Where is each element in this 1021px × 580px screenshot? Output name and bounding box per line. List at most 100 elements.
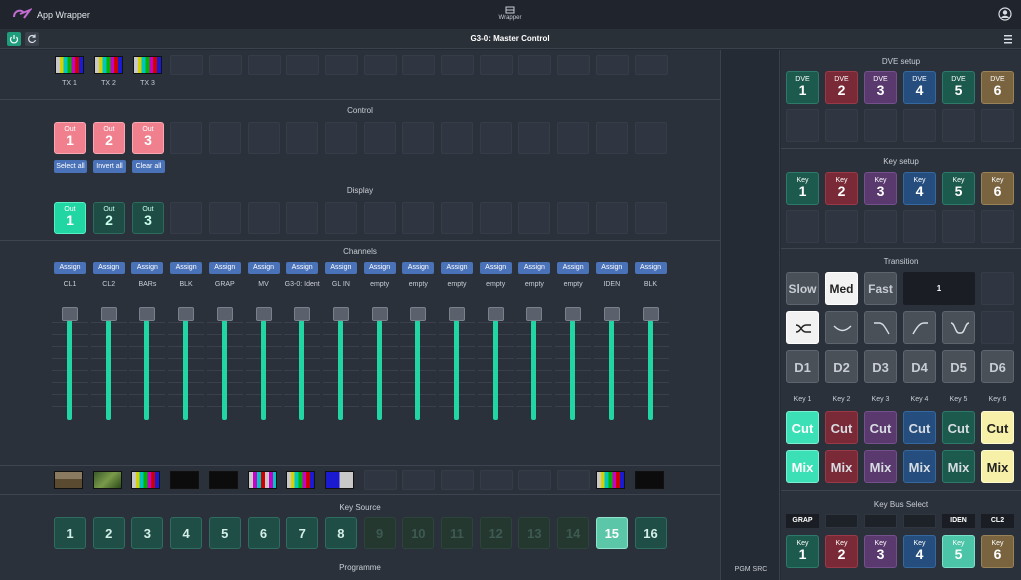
fader-handle[interactable] [642, 307, 659, 321]
bus-source-empty[interactable] [825, 514, 858, 528]
assign-button[interactable]: Assign [363, 262, 396, 274]
fader-handle[interactable] [100, 307, 117, 321]
display-out-1-button[interactable]: Out 1 [54, 202, 86, 234]
control-out-1-button[interactable]: Out 1 [54, 122, 86, 154]
key-bus-button[interactable]: Key 6 [981, 535, 1014, 568]
transition-d-button[interactable]: D4 [903, 350, 936, 383]
bus-source-label[interactable]: CL2 [981, 514, 1014, 528]
dve-button[interactable]: DVE 1 [786, 71, 819, 104]
bus-source-empty[interactable] [864, 514, 897, 528]
assign-button[interactable]: Assign [518, 262, 551, 274]
invert-all-button[interactable]: Invert all [93, 160, 126, 173]
assign-button[interactable]: Assign [208, 262, 241, 274]
key-bus-button[interactable]: Key 5 [942, 535, 975, 568]
transition-rate-display[interactable]: 1 [903, 272, 975, 305]
fader-handle[interactable] [603, 307, 620, 321]
key-mix-button[interactable]: Mix [903, 450, 936, 483]
assign-button[interactable]: Assign [131, 262, 164, 274]
assign-button[interactable]: Assign [557, 262, 590, 274]
curve-dip-button[interactable] [942, 311, 975, 344]
assign-button[interactable]: Assign [441, 262, 473, 274]
key-bus-button[interactable]: Key 3 [864, 535, 897, 568]
key-setup-button[interactable]: Key 3 [864, 172, 897, 205]
channel-thumbnail[interactable] [208, 471, 238, 489]
channel-thumbnail[interactable] [247, 471, 277, 489]
key-bus-button[interactable]: Key 4 [903, 535, 936, 568]
transition-d-button[interactable]: D2 [825, 350, 858, 383]
refresh-button[interactable] [25, 32, 39, 46]
assign-button[interactable]: Assign [54, 262, 86, 274]
key-setup-button[interactable]: Key 1 [786, 172, 819, 205]
assign-button[interactable]: Assign [247, 262, 280, 274]
channel-thumbnail[interactable] [131, 471, 161, 489]
bus-source-label[interactable]: GRAP [786, 514, 819, 528]
key-source-button[interactable]: 7 [286, 517, 319, 549]
assign-button[interactable]: Assign [170, 262, 203, 274]
channel-thumbnail[interactable] [286, 471, 316, 489]
fader-handle[interactable] [410, 307, 427, 321]
key-source-button[interactable]: 4 [170, 517, 203, 549]
key-mix-button[interactable]: Mix [825, 450, 858, 483]
dve-button[interactable]: DVE 2 [825, 71, 858, 104]
transition-d-button[interactable]: D5 [942, 350, 975, 383]
curve-ease-in-button[interactable] [864, 311, 897, 344]
assign-button[interactable]: Assign [324, 262, 357, 274]
control-out-3-button[interactable]: Out 3 [132, 122, 164, 154]
bus-source-empty[interactable] [903, 514, 936, 528]
clear-all-button[interactable]: Clear all [132, 160, 165, 173]
hamburger-menu-icon[interactable] [1003, 33, 1013, 45]
fader-handle[interactable] [526, 307, 543, 321]
key-source-button[interactable]: 6 [247, 517, 280, 549]
key-mix-button[interactable]: Mix [864, 450, 897, 483]
key-source-button[interactable]: 15 [595, 517, 628, 549]
fader-handle[interactable] [62, 307, 78, 321]
key-setup-button[interactable]: Key 2 [825, 172, 858, 205]
fader-handle[interactable] [449, 307, 465, 321]
key-source-button[interactable]: 13 [518, 517, 551, 549]
bus-source-label[interactable]: IDEN [942, 514, 975, 528]
key-source-button[interactable]: 14 [557, 517, 590, 549]
fader-handle[interactable] [332, 307, 349, 321]
assign-button[interactable]: Assign [595, 262, 628, 274]
dve-button[interactable]: DVE 3 [864, 71, 897, 104]
key-source-button[interactable]: 3 [131, 517, 164, 549]
assign-button[interactable]: Assign [402, 262, 435, 274]
transition-d-button[interactable]: D1 [786, 350, 819, 383]
key-cut-button[interactable]: Cut [864, 411, 897, 444]
display-out-2-button[interactable]: Out 2 [93, 202, 125, 234]
assign-button[interactable]: Assign [92, 262, 125, 274]
curve-bump-button[interactable] [825, 311, 858, 344]
curve-crossfade-button[interactable] [786, 311, 819, 344]
transition-d-button[interactable]: D3 [864, 350, 897, 383]
curve-ease-out-button[interactable] [903, 311, 936, 344]
select-all-button[interactable]: Select all [54, 160, 87, 173]
key-mix-button[interactable]: Mix [981, 450, 1014, 483]
assign-button[interactable]: Assign [286, 262, 319, 274]
fader-handle[interactable] [294, 307, 311, 321]
user-account-icon[interactable] [998, 7, 1012, 21]
key-cut-button[interactable]: Cut [942, 411, 975, 444]
display-out-3-button[interactable]: Out 3 [132, 202, 164, 234]
fader-handle[interactable] [565, 307, 582, 321]
key-cut-button[interactable]: Cut [786, 411, 819, 444]
key-source-button[interactable]: 2 [92, 517, 125, 549]
key-source-button[interactable]: 16 [634, 517, 667, 549]
speed-fast-button[interactable]: Fast [864, 272, 897, 305]
speed-slow-button[interactable]: Slow [786, 272, 819, 305]
fader-handle[interactable] [139, 307, 156, 321]
key-source-button[interactable]: 11 [441, 517, 473, 549]
key-source-button[interactable]: 1 [54, 517, 86, 549]
key-source-button[interactable]: 10 [402, 517, 435, 549]
key-setup-button[interactable]: Key 6 [981, 172, 1014, 205]
control-out-2-button[interactable]: Out 2 [93, 122, 125, 154]
key-setup-button[interactable]: Key 5 [942, 172, 975, 205]
power-button[interactable] [7, 32, 21, 46]
key-cut-button[interactable]: Cut [825, 411, 858, 444]
tx1-thumbnail[interactable] [55, 56, 84, 74]
dve-button[interactable]: DVE 5 [942, 71, 975, 104]
transition-d-button[interactable]: D6 [981, 350, 1014, 383]
key-mix-button[interactable]: Mix [942, 450, 975, 483]
key-bus-button[interactable]: Key 1 [786, 535, 819, 568]
channel-thumbnail[interactable] [170, 471, 200, 489]
assign-button[interactable]: Assign [634, 262, 667, 274]
